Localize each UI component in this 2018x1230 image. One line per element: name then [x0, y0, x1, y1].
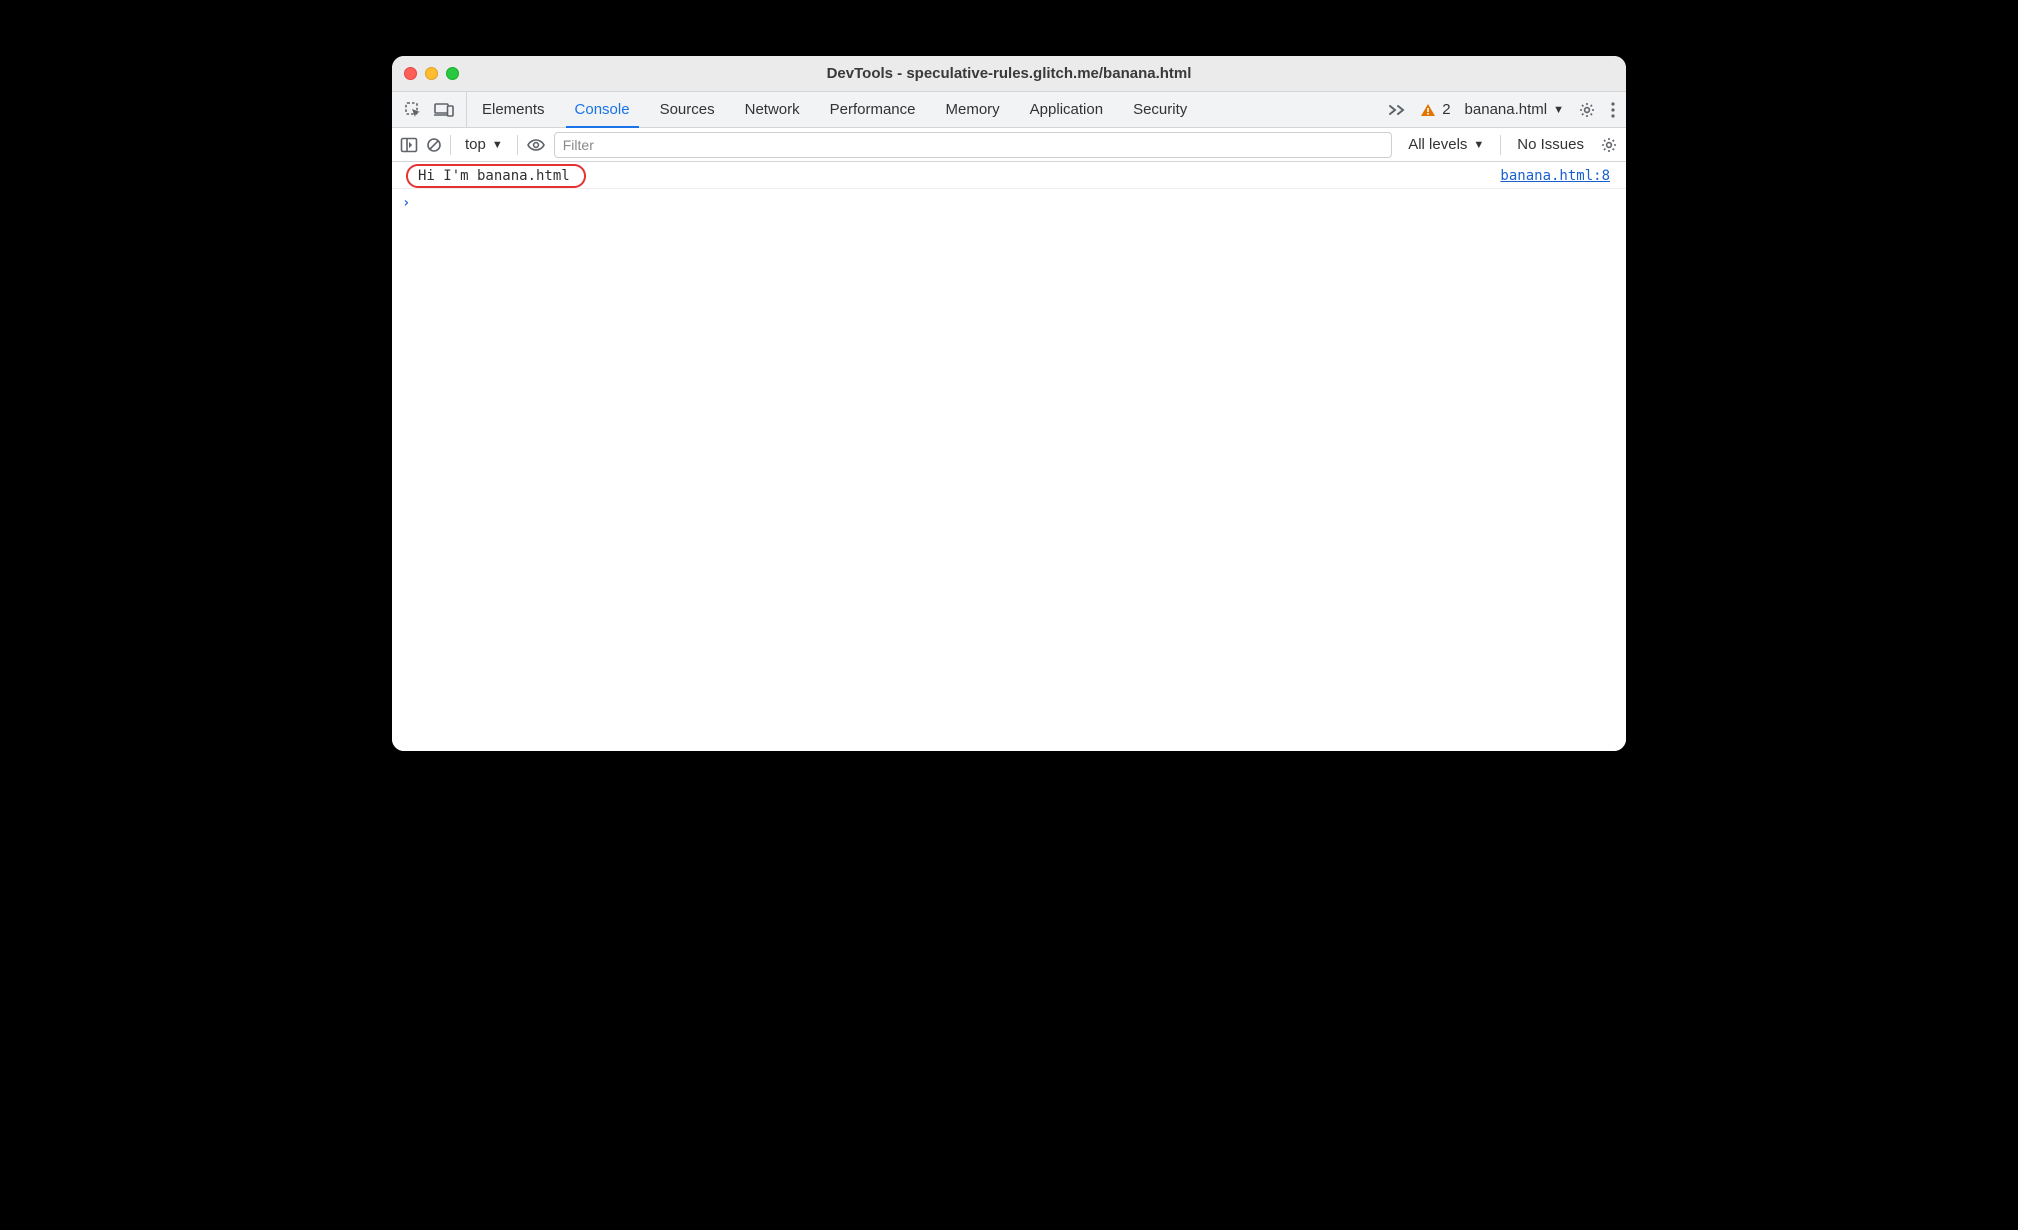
log-levels-dropdown[interactable]: All levels ▼ [1400, 136, 1492, 153]
context-dropdown[interactable]: top ▼ [459, 136, 509, 153]
window-close-button[interactable] [404, 67, 417, 80]
device-toolbar-icon[interactable] [434, 102, 454, 118]
tab-performance[interactable]: Performance [815, 92, 931, 127]
tab-sources[interactable]: Sources [645, 92, 730, 127]
window-title: DevTools - speculative-rules.glitch.me/b… [392, 65, 1626, 82]
traffic-lights [404, 67, 459, 80]
window-zoom-button[interactable] [446, 67, 459, 80]
toolbar-separator [517, 135, 518, 155]
target-dropdown-label: banana.html [1465, 101, 1548, 118]
console-prompt-row: › [392, 189, 1626, 215]
inspect-element-icon[interactable] [404, 101, 422, 119]
console-log-message: Hi I'm banana.html [408, 166, 584, 186]
filter-input[interactable] [554, 132, 1392, 158]
source-link[interactable]: banana.html:8 [1500, 168, 1610, 184]
tabs-right-group: 2 banana.html ▼ [1378, 92, 1626, 127]
tab-memory[interactable]: Memory [931, 92, 1015, 127]
live-expression-icon[interactable] [526, 138, 546, 152]
tab-label: Sources [660, 101, 715, 118]
titlebar: DevTools - speculative-rules.glitch.me/b… [392, 56, 1626, 92]
clear-console-icon[interactable] [426, 137, 442, 153]
settings-icon[interactable] [1578, 101, 1596, 119]
warning-icon [1420, 103, 1436, 117]
tab-console[interactable]: Console [560, 92, 645, 127]
inspect-tools-group [392, 92, 467, 127]
log-levels-label: All levels [1408, 136, 1467, 153]
more-tabs-icon[interactable] [1388, 103, 1406, 117]
tab-security[interactable]: Security [1118, 92, 1202, 127]
toolbar-separator [450, 135, 451, 155]
warnings-count: 2 [1442, 101, 1450, 118]
issues-label: No Issues [1517, 136, 1584, 153]
console-log-message-wrapper: Hi I'm banana.html [408, 166, 584, 186]
tab-label: Network [745, 101, 800, 118]
window-minimize-button[interactable] [425, 67, 438, 80]
context-dropdown-label: top [465, 136, 486, 153]
toggle-sidebar-icon[interactable] [400, 137, 418, 153]
chevron-down-icon: ▼ [492, 139, 503, 151]
issues-button[interactable]: No Issues [1509, 136, 1592, 153]
chevron-down-icon: ▼ [1553, 104, 1564, 116]
tab-label: Performance [830, 101, 916, 118]
prompt-caret-icon: › [402, 195, 410, 211]
warnings-badge[interactable]: 2 [1420, 101, 1450, 118]
tab-network[interactable]: Network [730, 92, 815, 127]
devtools-window: DevTools - speculative-rules.glitch.me/b… [392, 56, 1626, 751]
chevron-down-icon: ▼ [1473, 139, 1484, 151]
console-log-source: banana.html:8 [1500, 168, 1616, 184]
tab-label: Security [1133, 101, 1187, 118]
kebab-menu-icon[interactable] [1610, 101, 1616, 119]
tab-label: Application [1030, 101, 1103, 118]
tab-elements[interactable]: Elements [467, 92, 560, 127]
console-settings-icon[interactable] [1600, 136, 1618, 154]
target-dropdown[interactable]: banana.html ▼ [1465, 101, 1564, 118]
tab-application[interactable]: Application [1015, 92, 1118, 127]
console-output: Hi I'm banana.html banana.html:8 › [392, 162, 1626, 751]
tab-label: Memory [946, 101, 1000, 118]
tab-label: Console [575, 101, 630, 118]
console-log-row: Hi I'm banana.html banana.html:8 [392, 162, 1626, 189]
console-toolbar: top ▼ All levels ▼ No Issues [392, 128, 1626, 162]
panel-tabs-row: Elements Console Sources Network Perform… [392, 92, 1626, 128]
panel-tabs: Elements Console Sources Network Perform… [467, 92, 1202, 127]
tab-label: Elements [482, 101, 545, 118]
toolbar-separator [1500, 135, 1501, 155]
console-prompt-input[interactable] [418, 195, 1616, 211]
